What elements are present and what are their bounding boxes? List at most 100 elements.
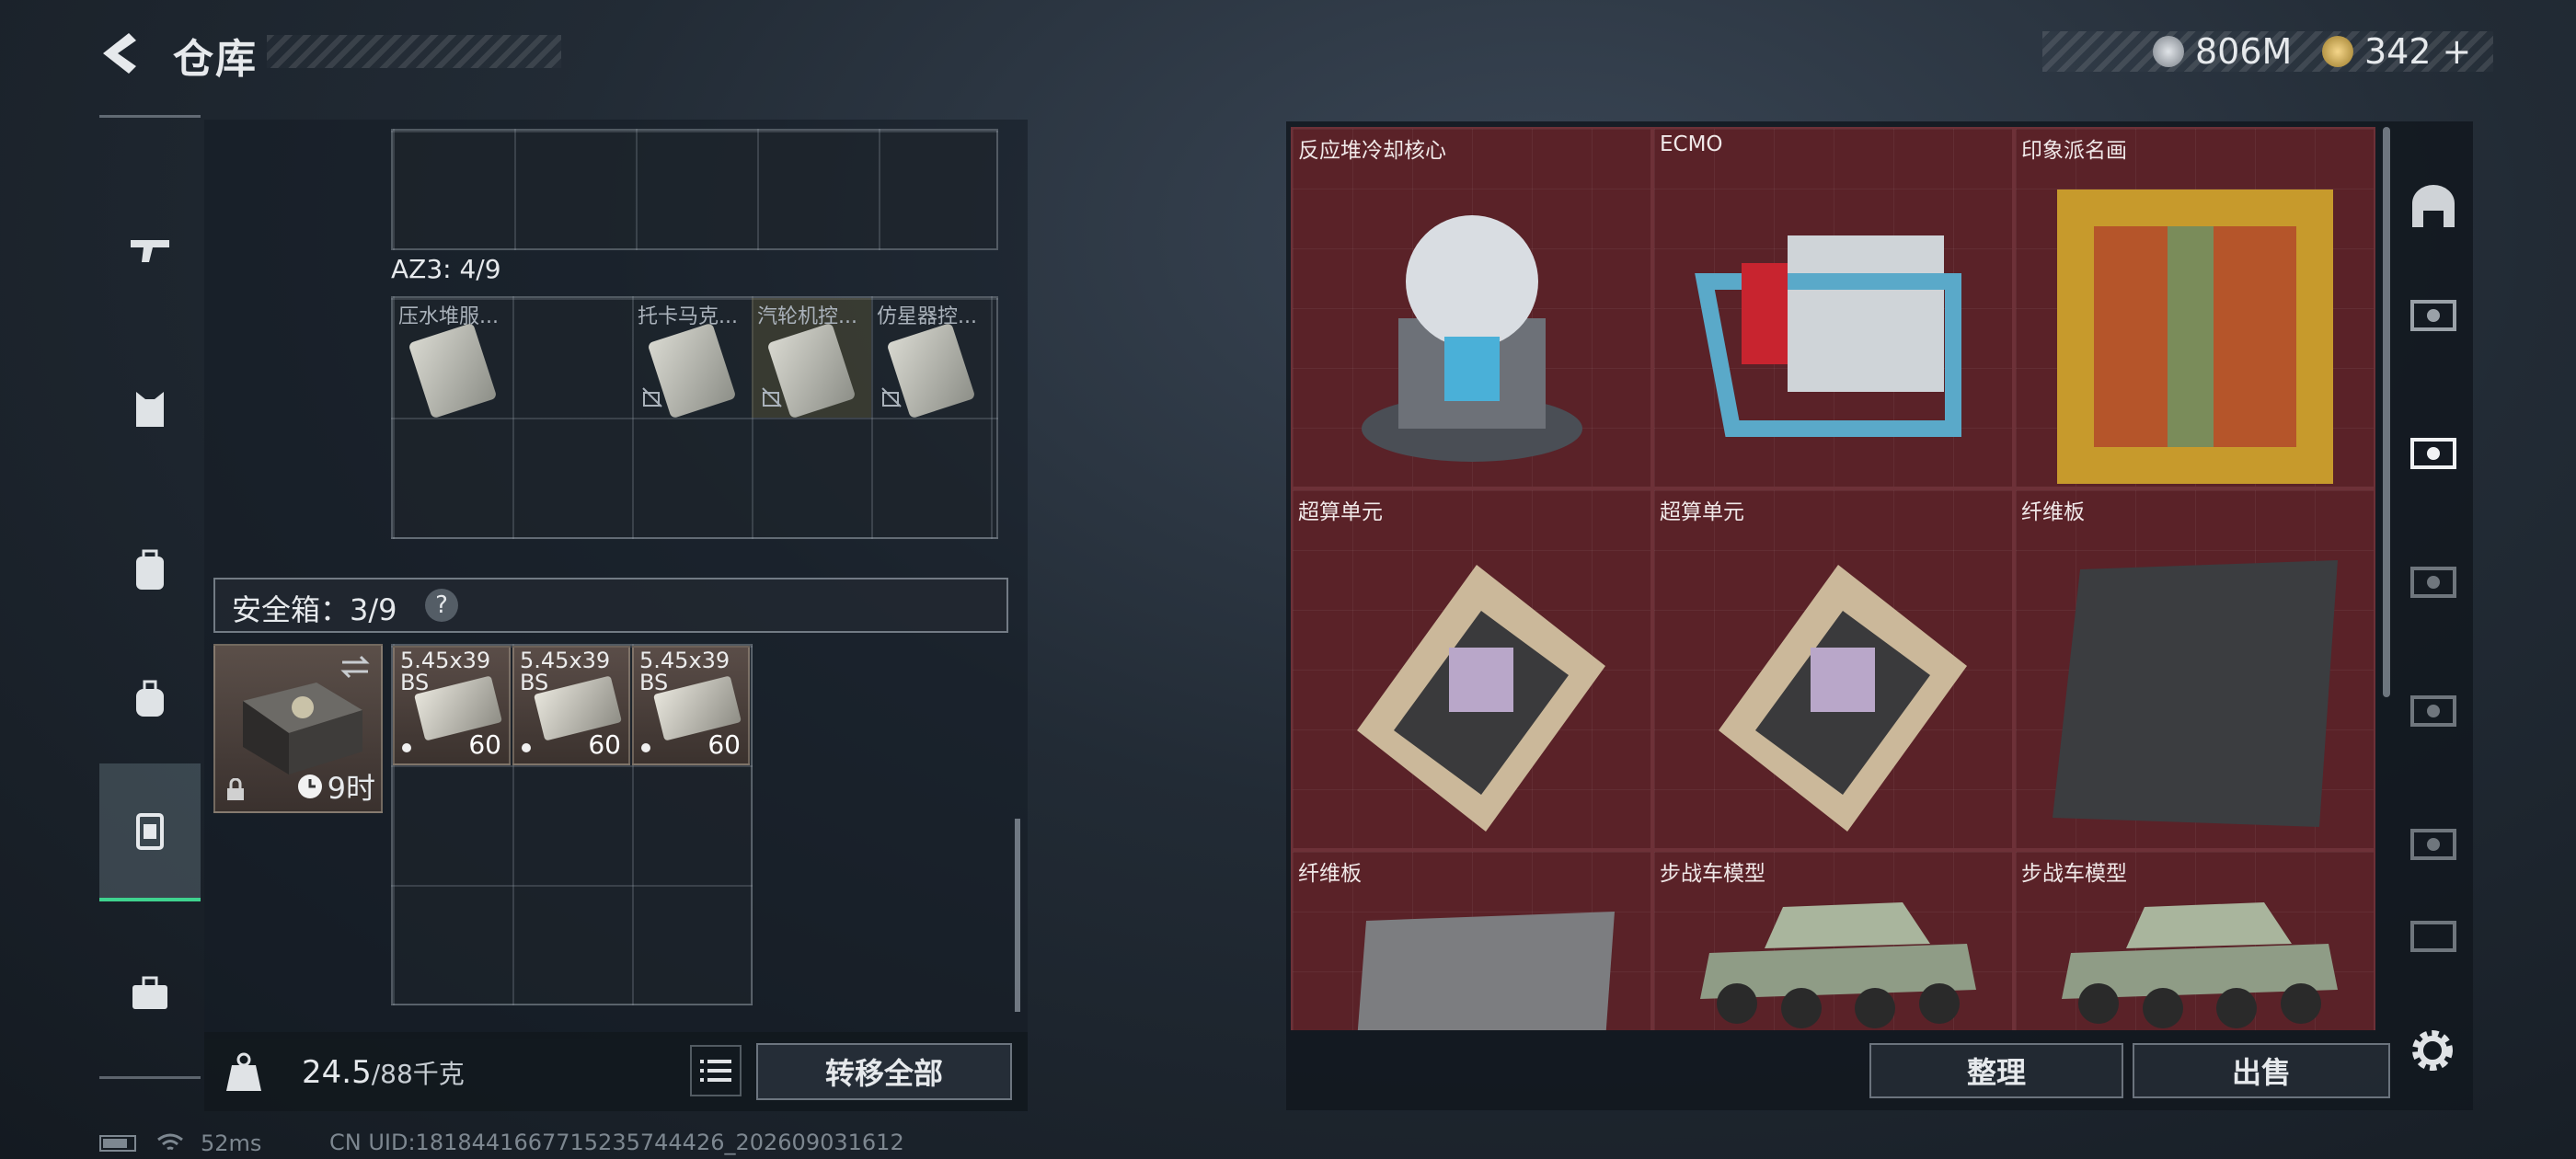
gold-amount: 342 bbox=[2364, 31, 2432, 72]
ammo-item[interactable]: 5.45x39 BS 60 bbox=[512, 646, 630, 765]
battery-icon bbox=[99, 1135, 136, 1152]
warehouse-item-ecmo[interactable]: ECMO bbox=[1652, 127, 2014, 488]
safe-box-label: 安全箱：3/9 bbox=[232, 592, 397, 627]
warehouse-item-supercomputer[interactable]: 超算单元 bbox=[1291, 488, 1652, 850]
sell-button[interactable]: 出售 bbox=[2133, 1043, 2390, 1098]
sort-button[interactable]: 整理 bbox=[1869, 1043, 2123, 1098]
warehouse-page-tab-3[interactable] bbox=[2392, 524, 2475, 635]
weight-icon bbox=[226, 1052, 261, 1091]
status-bar: 52ms bbox=[99, 1130, 261, 1157]
weight-readout: 24.5/88千克 bbox=[302, 1054, 465, 1091]
lock-icon bbox=[227, 778, 244, 800]
safe-box-timer: 9时 bbox=[327, 771, 375, 806]
safe-box-container[interactable]: 9时 bbox=[213, 644, 383, 813]
container-grid-top bbox=[391, 129, 998, 250]
backpack-icon bbox=[136, 549, 164, 590]
ammo-tier-dot bbox=[402, 743, 411, 752]
az3-grid: 压水堆服... 托卡马克... 汽轮机控... 仿星器控... bbox=[391, 296, 998, 539]
silver-amount: 806M bbox=[2195, 31, 2293, 72]
back-arrow-icon bbox=[103, 33, 136, 74]
bag-icon bbox=[136, 680, 164, 717]
warehouse-item-fiberboard[interactable]: 纤维板 bbox=[2014, 488, 2375, 850]
list-icon bbox=[700, 1060, 731, 1082]
vest-icon bbox=[136, 392, 164, 427]
rail-bag[interactable] bbox=[99, 630, 201, 768]
wifi-icon bbox=[157, 1133, 183, 1151]
warehouse-scrollbar[interactable] bbox=[2383, 127, 2390, 697]
ammo-item[interactable]: 5.45x39 BS 60 bbox=[632, 646, 750, 765]
az3-label: AZ3: 4/9 bbox=[391, 254, 501, 284]
painting-image bbox=[2056, 189, 2333, 484]
no-insure-icon bbox=[642, 387, 662, 407]
transfer-all-button[interactable]: 转移全部 bbox=[756, 1043, 1012, 1100]
compute-board-image bbox=[1356, 564, 1605, 832]
warehouse-item-reactor-core[interactable]: 反应堆冷却核心 bbox=[1291, 127, 1652, 488]
warehouse-grid: 反应堆冷却核心 ECMO 印象派名画 超算单元 超算单元 纤维板 纤维板 步战车… bbox=[1291, 127, 2376, 1030]
rail-armor[interactable] bbox=[99, 340, 201, 478]
ammo-item[interactable]: 5.45x39 BS 60 bbox=[393, 646, 511, 765]
warehouse-page-tab-2[interactable] bbox=[2392, 396, 2475, 506]
rail-weapon[interactable] bbox=[99, 179, 201, 317]
warehouse-home-icon bbox=[2412, 185, 2455, 227]
clock-icon bbox=[297, 775, 322, 798]
ammo-tier-dot bbox=[641, 743, 650, 752]
backpack-scrollbar[interactable] bbox=[1015, 819, 1020, 1012]
weight-max: /88千克 bbox=[371, 1059, 465, 1089]
warehouse-page-rail bbox=[2392, 152, 2475, 961]
silver-coin-icon bbox=[2153, 36, 2184, 67]
gold-currency[interactable]: 342 + bbox=[2322, 31, 2471, 72]
compute-board-image bbox=[1718, 564, 1967, 832]
fiberboard-image bbox=[1357, 912, 1615, 1030]
ping: 52ms bbox=[201, 1130, 262, 1156]
user-uid: CN UID:1818441667715235744426_2026090316… bbox=[329, 1130, 904, 1155]
silver-currency: 806M bbox=[2153, 31, 2292, 72]
warehouse-item-fiberboard[interactable]: 纤维板 bbox=[1291, 850, 1652, 1030]
warehouse-home-tab[interactable] bbox=[2392, 152, 2475, 262]
chest-icon bbox=[2410, 438, 2456, 469]
reactor-core-image bbox=[1361, 214, 1582, 462]
warehouse-item-ifv-model[interactable]: 步战车模型 bbox=[1652, 850, 2014, 1030]
safe-box-help-button[interactable]: ? bbox=[425, 589, 458, 622]
ammo-tier-dot bbox=[522, 743, 531, 752]
list-view-button[interactable] bbox=[690, 1045, 742, 1096]
no-insure-icon bbox=[881, 387, 902, 407]
warehouse-item-ifv-model[interactable]: 步战车模型 bbox=[2014, 850, 2375, 1030]
warehouse-page-tab-5[interactable] bbox=[2392, 786, 2475, 897]
fiberboard-image bbox=[2052, 559, 2338, 827]
warehouse-item-painting[interactable]: 印象派名画 bbox=[2014, 127, 2375, 488]
az3-item[interactable]: 托卡马克... bbox=[632, 298, 752, 419]
left-category-rail bbox=[99, 115, 201, 1081]
chest-icon bbox=[2410, 300, 2456, 331]
gun-icon bbox=[131, 240, 169, 262]
ifv-model-image bbox=[1700, 902, 1976, 1028]
rail-safe-box[interactable] bbox=[99, 763, 201, 901]
chest-icon bbox=[2410, 921, 2456, 952]
az3-item[interactable]: 仿星器控... bbox=[871, 298, 991, 419]
gold-coin-icon bbox=[2322, 36, 2353, 67]
az3-item[interactable]: 汽轮机控... bbox=[752, 298, 871, 419]
warehouse-item-supercomputer[interactable]: 超算单元 bbox=[1652, 488, 2014, 850]
item-thumbnail bbox=[408, 322, 498, 419]
warehouse-page-tab-6[interactable] bbox=[2392, 906, 2475, 961]
ecmo-image bbox=[1694, 235, 1961, 437]
toolbox-icon bbox=[132, 976, 167, 1009]
page-title: 仓库 bbox=[173, 36, 258, 83]
no-insure-icon bbox=[762, 387, 782, 407]
ifv-model-image bbox=[2062, 902, 2338, 1028]
safe-case-icon bbox=[136, 813, 164, 850]
az3-item[interactable]: 压水堆服... bbox=[393, 298, 512, 419]
rail-toolbox[interactable] bbox=[99, 924, 201, 1062]
rail-backpack[interactable] bbox=[99, 501, 201, 639]
title-decoration bbox=[267, 35, 561, 68]
weight-current: 24.5 bbox=[302, 1054, 372, 1091]
warehouse-page-tab-4[interactable] bbox=[2392, 653, 2475, 763]
swap-icon[interactable] bbox=[339, 653, 372, 681]
warehouse-page-tab-1[interactable] bbox=[2392, 258, 2475, 368]
back-button[interactable] bbox=[96, 26, 160, 81]
safe-box-grid: 5.45x39 BS 60 5.45x39 BS 60 5.45x39 BS 6… bbox=[391, 644, 753, 1005]
add-gold-button[interactable]: + bbox=[2443, 31, 2472, 72]
gear-icon[interactable] bbox=[2405, 1023, 2460, 1078]
chest-icon bbox=[2410, 829, 2456, 860]
chest-icon bbox=[2410, 567, 2456, 598]
chest-icon bbox=[2410, 695, 2456, 727]
